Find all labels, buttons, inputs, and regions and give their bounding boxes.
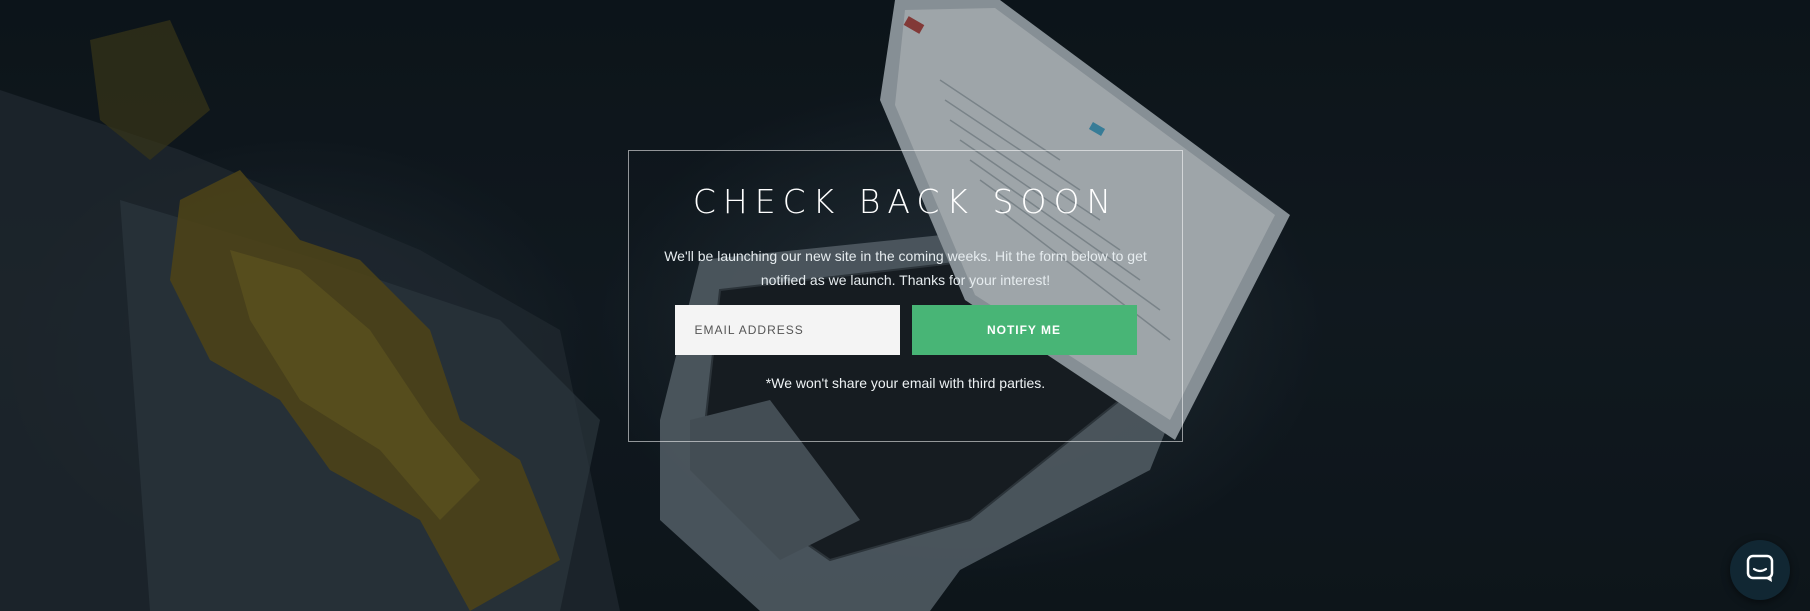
page-subtitle: We'll be launching our new site in the c… [664,248,1147,288]
notify-form: NOTIFY ME [629,305,1182,355]
chat-bubble-icon [1745,553,1775,588]
coming-soon-panel: CHECK BACK SOON We'll be launching our n… [628,150,1183,442]
page-title: CHECK BACK SOON [692,182,1119,221]
chat-launcher-button[interactable] [1730,540,1790,600]
email-input[interactable] [674,305,900,355]
privacy-disclaimer: *We won't share your email with third pa… [765,375,1046,391]
notify-me-button[interactable]: NOTIFY ME [911,305,1137,355]
